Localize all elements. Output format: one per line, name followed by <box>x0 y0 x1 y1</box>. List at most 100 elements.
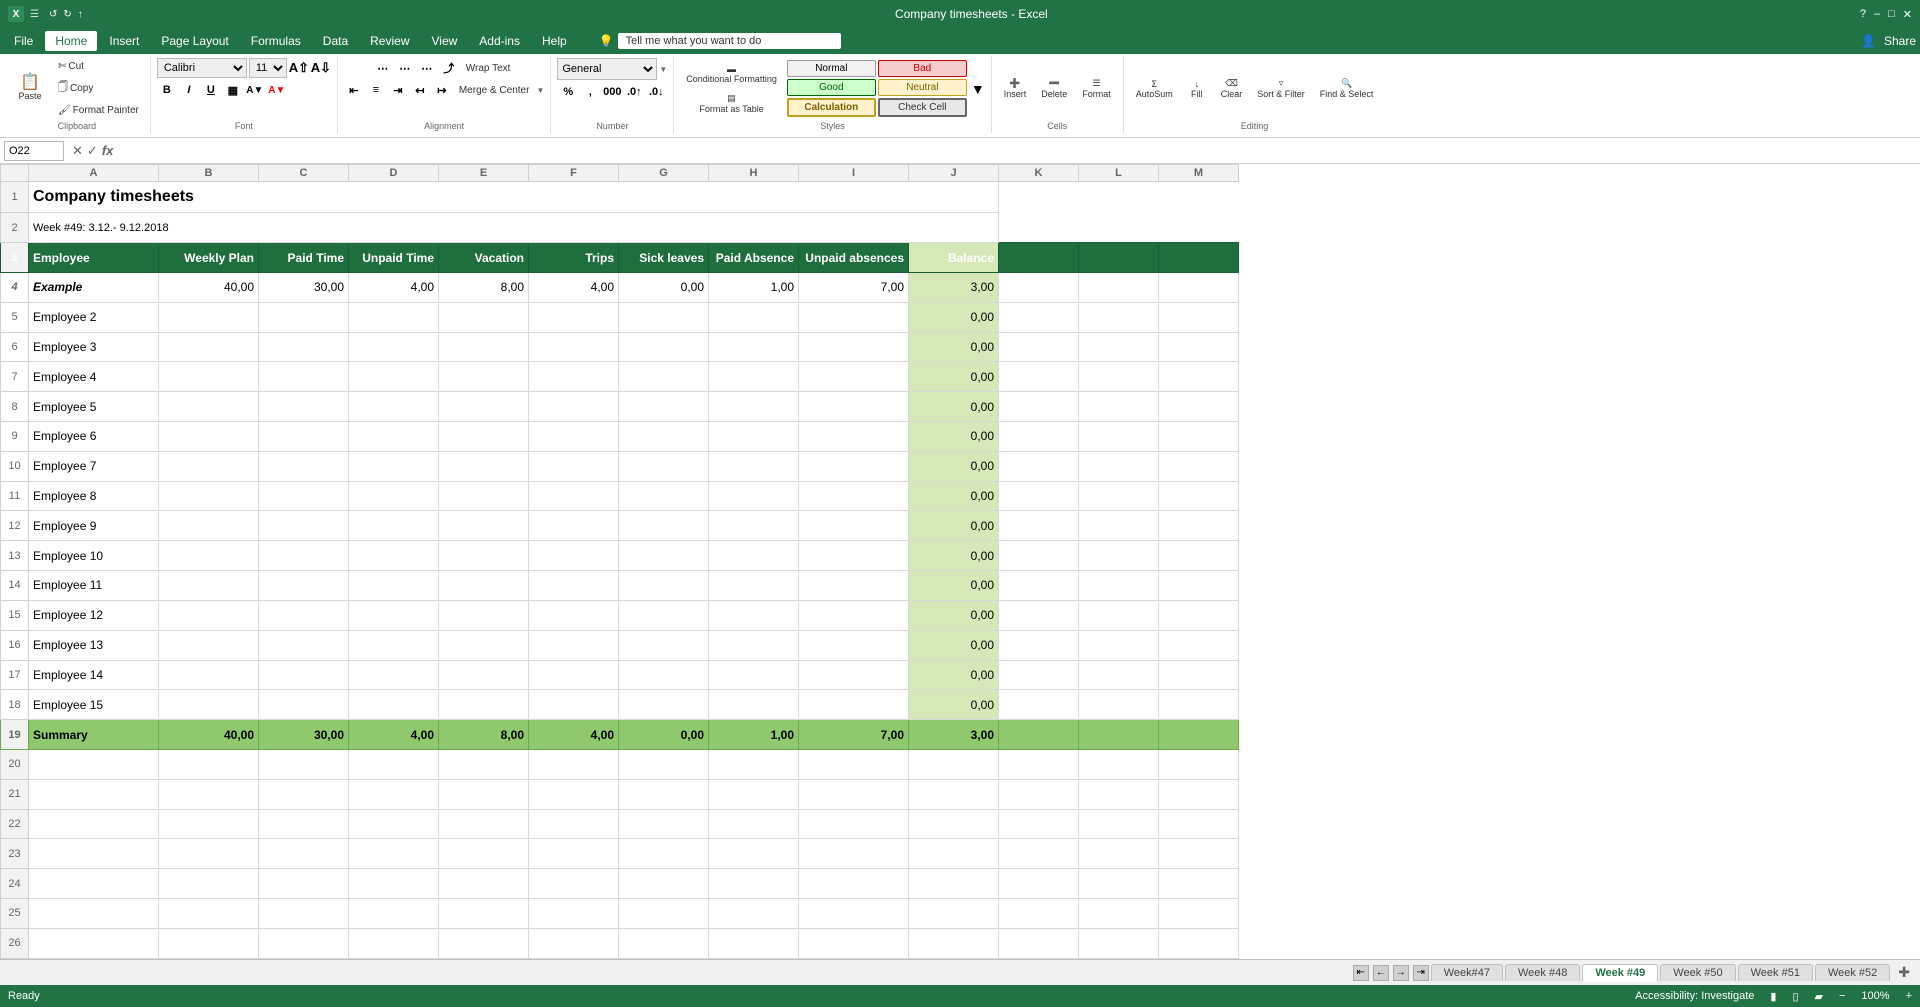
cell-empty[interactable] <box>439 422 529 452</box>
cell-empty[interactable] <box>29 809 159 839</box>
cell-empty[interactable] <box>259 362 349 392</box>
cell-empty[interactable] <box>259 869 349 899</box>
cell-example-vacation[interactable]: 8,00 <box>439 272 529 302</box>
cell-empty[interactable] <box>159 422 259 452</box>
cell-empty[interactable] <box>799 481 909 511</box>
cell-empty[interactable] <box>529 392 619 422</box>
font-color-button[interactable]: A▼ <box>267 80 287 100</box>
cell-empty[interactable] <box>29 928 159 958</box>
cell-empty[interactable] <box>259 690 349 720</box>
cell-empty[interactable] <box>709 899 799 929</box>
cell-empty[interactable] <box>1079 779 1159 809</box>
cell-empty[interactable] <box>799 899 909 929</box>
col-header-b[interactable]: B <box>159 165 259 182</box>
cell-employee-name[interactable]: Employee 5 <box>29 392 159 422</box>
cell-empty[interactable] <box>999 481 1079 511</box>
cell-empty[interactable] <box>159 749 259 779</box>
cell-empty[interactable] <box>259 660 349 690</box>
cell-empty[interactable] <box>349 541 439 571</box>
col-header-d[interactable]: D <box>349 165 439 182</box>
cell-empty[interactable] <box>159 690 259 720</box>
col-header-g[interactable]: G <box>619 165 709 182</box>
summary-unpaid-abs[interactable]: 7,00 <box>799 720 909 750</box>
text-direction-btn[interactable]: ⤴ <box>439 58 459 78</box>
cell-empty[interactable] <box>349 302 439 332</box>
close-btn[interactable]: ✕ <box>1903 8 1912 21</box>
cell-empty[interactable] <box>619 600 709 630</box>
cell-empty[interactable] <box>999 362 1079 392</box>
cell-empty[interactable] <box>529 302 619 332</box>
percent-btn[interactable]: % <box>558 82 578 102</box>
cell-empty[interactable] <box>799 630 909 660</box>
increase-indent-btn[interactable]: ↦ <box>432 80 452 100</box>
cell-empty[interactable] <box>439 541 529 571</box>
menu-review[interactable]: Review <box>360 31 419 51</box>
cell-empty[interactable] <box>619 571 709 601</box>
cell-empty[interactable] <box>259 481 349 511</box>
cell-empty[interactable] <box>529 839 619 869</box>
cell-empty[interactable] <box>799 749 909 779</box>
cell-empty[interactable] <box>999 869 1079 899</box>
cell-empty[interactable] <box>619 899 709 929</box>
style-good[interactable]: Good <box>787 79 876 96</box>
cell-empty[interactable] <box>1159 302 1239 332</box>
cell-empty[interactable] <box>1159 809 1239 839</box>
menu-file[interactable]: File <box>4 31 43 51</box>
insert-button[interactable]: ➕ Insert <box>998 75 1033 102</box>
format-button[interactable]: ☰ Format <box>1076 75 1117 102</box>
cell-empty[interactable] <box>709 392 799 422</box>
borders-button[interactable]: ▦ <box>223 80 243 100</box>
styles-more-btn[interactable]: ▼ <box>971 81 985 97</box>
cell-example-name[interactable]: Example <box>29 272 159 302</box>
number-format-arrow[interactable]: ▼ <box>659 65 667 74</box>
cell-empty[interactable] <box>159 332 259 362</box>
cell-empty[interactable] <box>709 541 799 571</box>
cell-employee-name[interactable]: Employee 4 <box>29 362 159 392</box>
cell-empty[interactable] <box>159 660 259 690</box>
menu-help[interactable]: Help <box>532 31 577 51</box>
cell-empty[interactable] <box>709 928 799 958</box>
cell-week[interactable]: Week #49: 3.12.- 9.12.2018 <box>29 213 999 243</box>
col-header-j[interactable]: J <box>909 165 999 182</box>
cell-empty[interactable] <box>1159 541 1239 571</box>
merge-center-button[interactable]: Merge & Center <box>454 82 535 99</box>
cell-empty[interactable] <box>529 571 619 601</box>
font-family-select[interactable]: Calibri <box>157 58 247 78</box>
cell-employee-name[interactable]: Employee 2 <box>29 302 159 332</box>
cell-empty[interactable] <box>999 422 1079 452</box>
cell-empty[interactable] <box>349 779 439 809</box>
cell-empty[interactable] <box>349 839 439 869</box>
cell-empty[interactable] <box>799 302 909 332</box>
cell-empty[interactable] <box>259 839 349 869</box>
cell-empty[interactable] <box>1159 422 1239 452</box>
cell-empty[interactable] <box>619 779 709 809</box>
sort-filter-button[interactable]: ▿ Sort & Filter <box>1251 75 1311 102</box>
cell-empty[interactable] <box>439 839 529 869</box>
insert-function-icon[interactable]: fx <box>102 143 114 158</box>
cell-employee-balance[interactable]: 0,00 <box>909 660 999 690</box>
cell-empty[interactable] <box>1079 928 1159 958</box>
cell-empty[interactable] <box>349 630 439 660</box>
cell-empty[interactable] <box>999 302 1079 332</box>
cell-empty[interactable] <box>1159 630 1239 660</box>
summary-name[interactable]: Summary <box>29 720 159 750</box>
increase-decimal-btn[interactable]: .0↑ <box>624 82 644 102</box>
find-select-button[interactable]: 🔍 Find & Select <box>1314 75 1380 102</box>
cell-empty[interactable] <box>439 511 529 541</box>
menu-data[interactable]: Data <box>313 31 358 51</box>
cell-empty[interactable] <box>999 899 1079 929</box>
cell-empty[interactable] <box>1079 630 1159 660</box>
cell-empty[interactable] <box>529 451 619 481</box>
cell-empty[interactable] <box>29 869 159 899</box>
cell-empty[interactable] <box>1079 690 1159 720</box>
cell-empty[interactable] <box>529 869 619 899</box>
cell-empty[interactable] <box>709 600 799 630</box>
cell-empty[interactable] <box>439 362 529 392</box>
col-header-i[interactable]: I <box>799 165 909 182</box>
cell-empty[interactable] <box>799 571 909 601</box>
cut-button[interactable]: ✄ Cut <box>53 58 144 75</box>
cell-empty[interactable] <box>259 451 349 481</box>
menu-view[interactable]: View <box>422 31 468 51</box>
cell-empty[interactable] <box>349 749 439 779</box>
cell-example-paid[interactable]: 30,00 <box>259 272 349 302</box>
